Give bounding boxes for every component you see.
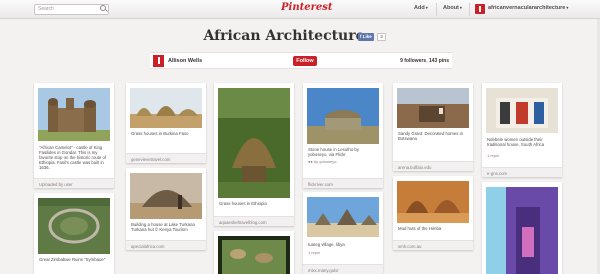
ndebele-image[interactable] (486, 88, 558, 133)
followers-count[interactable]: 9 followers (400, 58, 426, 64)
pin-source[interactable]: aquaeskeltravelblog.com (214, 216, 294, 226)
board-owner-bar: Allison Wells Follow 9 followers, 143 pi… (150, 52, 452, 69)
himba-huts-image[interactable] (397, 181, 469, 223)
search-icon[interactable] (100, 5, 106, 11)
pin-description: "African Camelot" - castle of King Fasil… (39, 145, 107, 170)
facebook-like-button[interactable]: f Like (358, 33, 374, 41)
pin-description: tuareg village, libya (308, 242, 345, 247)
username-label: africanvernaculararchitecture (488, 5, 566, 11)
pin-description: Building a house at Lake Turkana Turkana… (131, 222, 195, 232)
ethiopia-grass-house-image[interactable] (218, 88, 290, 198)
pin-source[interactable]: e-gns.com (482, 167, 562, 177)
top-bar: Search Pinterest Add▾ About▾ africanvern… (0, 0, 600, 19)
pin-card[interactable]: Grass houses in Burkina Faso genevievetr… (126, 83, 206, 163)
chevron-down-icon: ▾ (459, 5, 462, 10)
pin-source[interactable]: arena.buffalo.edu (393, 161, 473, 171)
pin-card[interactable]: Grass houses in Ethiopia aquaeskeltravel… (214, 83, 294, 226)
pin-attribution[interactable]: ●● by yoboseyo (308, 159, 336, 164)
pin-source[interactable]: apecialafrica.com (126, 240, 206, 250)
user-avatar[interactable] (475, 4, 485, 14)
owner-name[interactable]: Allison Wells (168, 58, 202, 64)
about-menu[interactable]: About▾ (443, 5, 462, 11)
pin-description: Stone house in Lesotho by yoboseyo, via … (308, 147, 359, 157)
board-title-text: African Architecture (203, 28, 365, 44)
board-stats: 9 followers, 143 pins (400, 58, 449, 64)
castle-image[interactable] (38, 88, 110, 141)
pin-card[interactable]: Building a house at Lake Turkana Turkana… (126, 168, 206, 250)
tuareg-village-image[interactable] (307, 197, 379, 237)
pin-card[interactable] (214, 231, 294, 274)
search-input[interactable]: Search (34, 4, 109, 15)
pin-source[interactable]: flickriver.com (303, 178, 383, 188)
pin-description: Grass houses in Burkina Faso (131, 131, 189, 136)
pin-card[interactable] (482, 182, 562, 274)
pin-card[interactable]: Stone house in Lesotho by yoboseyo, via … (303, 83, 383, 188)
purple-house-image[interactable] (486, 187, 558, 274)
user-menu[interactable]: africanvernaculararchitecture▾ (488, 5, 568, 11)
pin-description: Mud huts of the Himba (398, 226, 442, 231)
grass-huts-image[interactable] (130, 88, 202, 128)
pin-card[interactable]: Sandy Grant: Decorated homes in Botswana… (393, 83, 473, 171)
stone-house-image[interactable] (307, 88, 379, 144)
pin-description: Ndebele women outside their traditional … (487, 137, 545, 147)
pin-source[interactable]: smh.com.au (393, 240, 473, 250)
pinterest-logo[interactable]: Pinterest (281, 2, 332, 13)
pin-attribution-text: by yoboseyo (313, 159, 337, 164)
add-label: Add (414, 5, 425, 11)
board-title: African Architecture (0, 28, 600, 44)
chevron-down-icon: ▾ (425, 5, 428, 10)
pin-card[interactable]: tuareg village, libya 1 repin mixx.many.… (303, 192, 383, 274)
pin-card[interactable]: Ndebele women outside their traditional … (482, 83, 562, 177)
like-count: 3 (377, 33, 386, 41)
pin-source[interactable]: Uploaded by user (34, 178, 114, 188)
pin-card[interactable]: Great Zimbabwe Ruins "Symbaoe" (34, 193, 114, 274)
pin-description: Sandy Grant: Decorated homes in Botswana (398, 131, 463, 141)
pin-card[interactable]: "African Camelot" - castle of King Fasil… (34, 83, 114, 188)
repin-count: 1 repin (487, 153, 500, 158)
about-label: About (443, 5, 459, 11)
botswana-house-image[interactable] (397, 88, 469, 128)
like-label: Like (362, 34, 372, 39)
follow-button[interactable]: Follow (293, 56, 317, 66)
chevron-down-icon: ▾ (566, 5, 569, 10)
pin-source[interactable]: mixx.many.gulsr (303, 264, 383, 274)
pin-description: Grass houses in Ethiopia (219, 201, 267, 206)
pin-card[interactable]: Mud huts of the Himba smh.com.au (393, 176, 473, 250)
repin-count: 1 repin (308, 250, 321, 255)
great-zimbabwe-image[interactable] (38, 198, 110, 254)
add-menu[interactable]: Add▾ (414, 5, 428, 11)
nav-divider (469, 3, 470, 16)
village-image[interactable] (218, 236, 290, 274)
turkana-hut-image[interactable] (130, 173, 202, 219)
pins-count: 143 pins (428, 58, 449, 64)
pin-description: Great Zimbabwe Ruins "Symbaoe" (39, 257, 106, 262)
pin-source[interactable]: genevievetravel.com (126, 153, 206, 163)
owner-avatar[interactable] (153, 55, 164, 67)
nav-divider (436, 3, 437, 16)
